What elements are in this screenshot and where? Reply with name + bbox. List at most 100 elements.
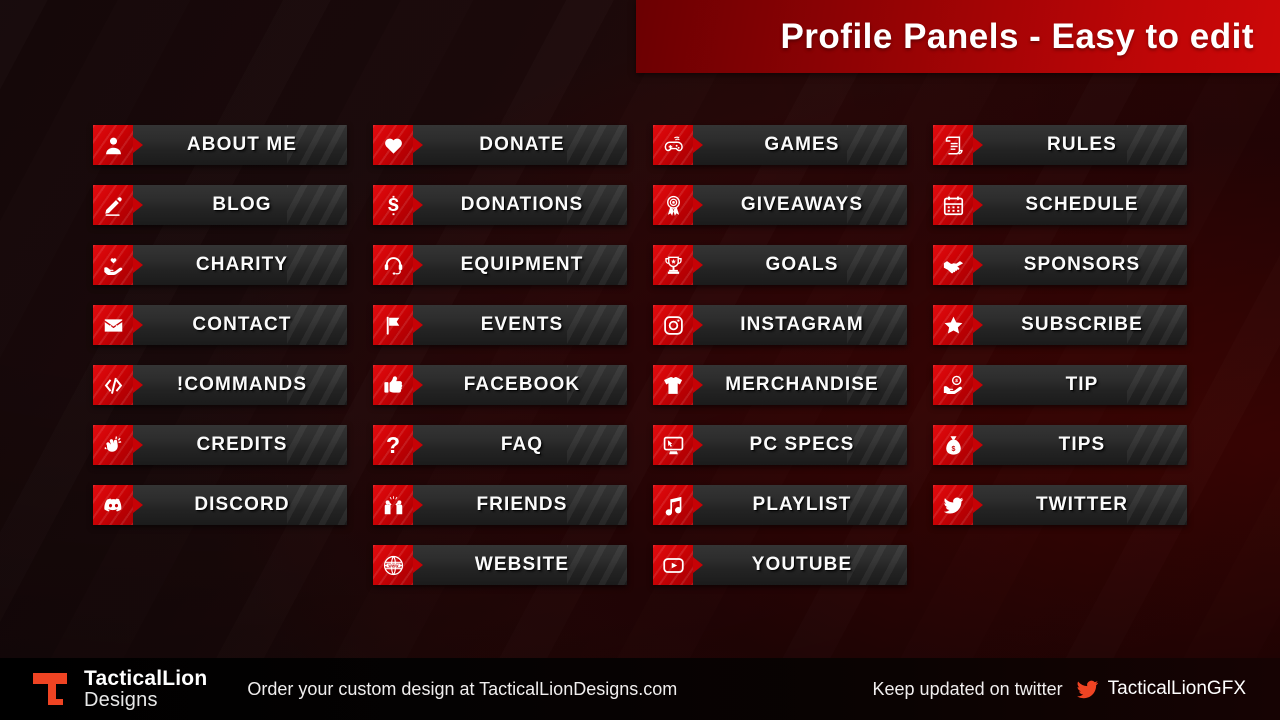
panel-body: BLOG xyxy=(133,185,347,225)
panel-button-about-me[interactable]: ABOUT ME xyxy=(93,125,347,165)
panel-column-3: GAMES GIVEAWAYS GOALS INSTAGRAM MERCHANDISE P… xyxy=(653,125,907,605)
panel-button-discord[interactable]: DISCORD xyxy=(93,485,347,525)
arrow-tab-icon xyxy=(973,305,983,345)
globe-www-icon: WWW xyxy=(373,545,413,585)
panel-body: SUBSCRIBE xyxy=(973,305,1187,345)
panel-body: MERCHANDISE xyxy=(693,365,907,405)
panel-label: RULES xyxy=(1047,134,1117,155)
order-text: Order your custom design at TacticalLion… xyxy=(247,678,678,699)
panel-button-games[interactable]: GAMES xyxy=(653,125,907,165)
money-bag-icon: $ xyxy=(933,425,973,465)
panel-button-faq[interactable]: ? FAQ xyxy=(373,425,627,465)
panel-button-website[interactable]: WWW WEBSITE xyxy=(373,545,627,585)
panel-button-goals[interactable]: GOALS xyxy=(653,245,907,285)
panel-button-donate[interactable]: DONATE xyxy=(373,125,627,165)
panel-button-tips[interactable]: $ TIPS xyxy=(933,425,1187,465)
twitter-bird-icon xyxy=(1076,678,1099,701)
panel-button-facebook[interactable]: FACEBOOK xyxy=(373,365,627,405)
panel-body: CREDITS xyxy=(133,425,347,465)
question-mark-icon: ? xyxy=(373,425,413,465)
arrow-tab-icon xyxy=(693,305,703,345)
panel-label: CHARITY xyxy=(195,254,289,275)
arrow-tab-icon xyxy=(133,305,143,345)
arrow-tab-icon xyxy=(693,185,703,225)
twitter-bird-icon xyxy=(933,485,973,525)
panel-label: INSTAGRAM xyxy=(740,314,864,335)
arrow-tab-icon xyxy=(133,485,143,525)
panel-label: SUBSCRIBE xyxy=(1021,314,1143,335)
panel-label: PC SPECS xyxy=(749,434,855,455)
panel-button-subscribe[interactable]: SUBSCRIBE xyxy=(933,305,1187,345)
panel-body: CHARITY xyxy=(133,245,347,285)
panel-column-1: ABOUT ME BLOG CHARITY CONTACT !COMMANDS CREDI… xyxy=(93,125,347,605)
panel-button-charity[interactable]: CHARITY xyxy=(93,245,347,285)
panel-body: FRIENDS xyxy=(413,485,627,525)
tacticallion-logo-icon xyxy=(28,667,72,711)
panel-body: !COMMANDS xyxy=(133,365,347,405)
panel-column-2: DONATE DONATIONS EQUIPMENT EVENTS FACEBOOK? F… xyxy=(373,125,627,605)
panel-column-4: RULES SCHEDULE SPONSORS SUBSCRIBE $ TIP $ TIPS T… xyxy=(933,125,1187,605)
panel-button-schedule[interactable]: SCHEDULE xyxy=(933,185,1187,225)
gamepad-icon xyxy=(653,125,693,165)
svg-text:WWW: WWW xyxy=(388,563,399,567)
trophy-icon xyxy=(653,245,693,285)
arrow-tab-icon xyxy=(413,365,423,405)
panel-button-blog[interactable]: BLOG xyxy=(93,185,347,225)
flag-icon xyxy=(373,305,413,345)
panel-label: ABOUT ME xyxy=(186,134,298,155)
panel-button-contact[interactable]: CONTACT xyxy=(93,305,347,345)
arrow-tab-icon xyxy=(973,125,983,165)
handshake-icon xyxy=(933,245,973,285)
panel-label: CREDITS xyxy=(196,434,288,455)
arrow-tab-icon xyxy=(693,485,703,525)
panel-button-sponsors[interactable]: SPONSORS xyxy=(933,245,1187,285)
arrow-tab-icon xyxy=(413,305,423,345)
award-ribbon-icon xyxy=(653,185,693,225)
panel-label: DONATE xyxy=(479,134,565,155)
panel-body: RULES xyxy=(973,125,1187,165)
panel-button-rules[interactable]: RULES xyxy=(933,125,1187,165)
panel-button-merchandise[interactable]: MERCHANDISE xyxy=(653,365,907,405)
panel-button-pc-specs[interactable]: PC SPECS xyxy=(653,425,907,465)
panel-button-donations[interactable]: DONATIONS xyxy=(373,185,627,225)
panel-button-events[interactable]: EVENTS xyxy=(373,305,627,345)
panel-button-credits[interactable]: CREDITS xyxy=(93,425,347,465)
youtube-icon xyxy=(653,545,693,585)
panel-label: GOALS xyxy=(765,254,839,275)
arrow-tab-icon xyxy=(413,545,423,585)
arrow-tab-icon xyxy=(413,185,423,225)
panel-label: EVENTS xyxy=(480,314,564,335)
panel-button-youtube[interactable]: YOUTUBE xyxy=(653,545,907,585)
panel-body: PLAYLIST xyxy=(693,485,907,525)
panel-body: TIPS xyxy=(973,425,1187,465)
arrow-tab-icon xyxy=(133,245,143,285)
panel-button-twitter[interactable]: TWITTER xyxy=(933,485,1187,525)
panel-body: FACEBOOK xyxy=(413,365,627,405)
panel-button-tip[interactable]: $ TIP xyxy=(933,365,1187,405)
panel-button-commands[interactable]: !COMMANDS xyxy=(93,365,347,405)
panel-label: TIP xyxy=(1065,374,1099,395)
arrow-tab-icon xyxy=(693,125,703,165)
panel-button-instagram[interactable]: INSTAGRAM xyxy=(653,305,907,345)
panel-label: PLAYLIST xyxy=(752,494,852,515)
arrow-tab-icon xyxy=(693,365,703,405)
panel-button-friends[interactable]: FRIENDS xyxy=(373,485,627,525)
panel-body: TWITTER xyxy=(973,485,1187,525)
panel-button-equipment[interactable]: EQUIPMENT xyxy=(373,245,627,285)
panel-label: DONATIONS xyxy=(460,194,584,215)
clapping-hands-icon xyxy=(93,425,133,465)
panel-label: !COMMANDS xyxy=(176,374,308,395)
calendar-icon xyxy=(933,185,973,225)
monitor-icon xyxy=(653,425,693,465)
page-title: Profile Panels - Easy to edit xyxy=(780,16,1254,56)
user-icon xyxy=(93,125,133,165)
brand-line-1: TacticalLion xyxy=(84,667,208,691)
panel-body: GOALS xyxy=(693,245,907,285)
panel-button-giveaways[interactable]: GIVEAWAYS xyxy=(653,185,907,225)
code-brackets-icon xyxy=(93,365,133,405)
dollar-sign-icon xyxy=(373,185,413,225)
panel-button-playlist[interactable]: PLAYLIST xyxy=(653,485,907,525)
twitter-handle: TacticalLionGFX xyxy=(1107,678,1246,699)
panel-label: FAQ xyxy=(500,434,544,455)
panel-body: EQUIPMENT xyxy=(413,245,627,285)
